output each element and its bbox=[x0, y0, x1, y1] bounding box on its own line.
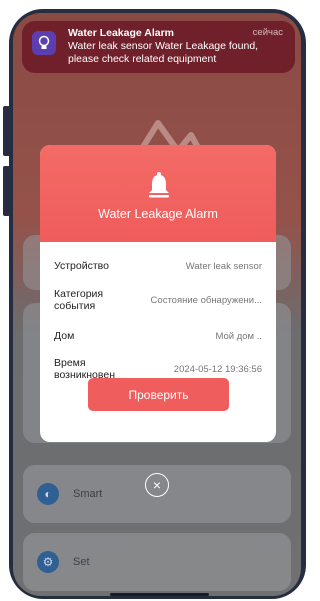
row-value: Мой дом .. bbox=[215, 331, 262, 342]
row-label: Категория события bbox=[54, 288, 104, 312]
home-indicator[interactable] bbox=[110, 593, 209, 596]
check-button[interactable]: Проверить bbox=[88, 378, 229, 411]
dialog-title: Water Leakage Alarm bbox=[98, 207, 218, 221]
volume-down-button bbox=[3, 166, 10, 216]
notification-banner[interactable]: Water Leakage Alarm сейчас Water leak se… bbox=[22, 21, 295, 73]
row-label: Устройство bbox=[54, 260, 109, 272]
toggle-icon: ◐ bbox=[37, 483, 59, 505]
row-value: Water leak sensor bbox=[185, 261, 262, 272]
gear-icon: ⚙ bbox=[37, 551, 59, 573]
lightbulb-icon bbox=[38, 35, 50, 49]
bell-icon bbox=[149, 172, 169, 198]
volume-up-button bbox=[3, 106, 10, 156]
notification-title: Water Leakage Alarm bbox=[68, 27, 175, 39]
app-icon bbox=[32, 31, 56, 55]
row-label: Дом bbox=[54, 330, 75, 342]
dialog-header: Water Leakage Alarm bbox=[40, 145, 276, 242]
close-button[interactable]: × bbox=[145, 473, 169, 497]
close-icon: × bbox=[152, 477, 162, 493]
notification-time: сейчас bbox=[252, 27, 283, 38]
row-value: 2024-05-12 19:36:56 bbox=[173, 364, 262, 375]
menu-item-label: Smart bbox=[73, 488, 103, 500]
alarm-dialog: Water Leakage Alarm Устройство Water lea… bbox=[40, 145, 276, 442]
menu-item-label: Set bbox=[73, 556, 90, 568]
menu-item-set[interactable]: ⚙ Set bbox=[23, 533, 291, 591]
row-value: Состояние обнаружени... bbox=[150, 295, 262, 306]
notification-body: Water leak sensor Water Leakage found, p… bbox=[68, 40, 259, 65]
